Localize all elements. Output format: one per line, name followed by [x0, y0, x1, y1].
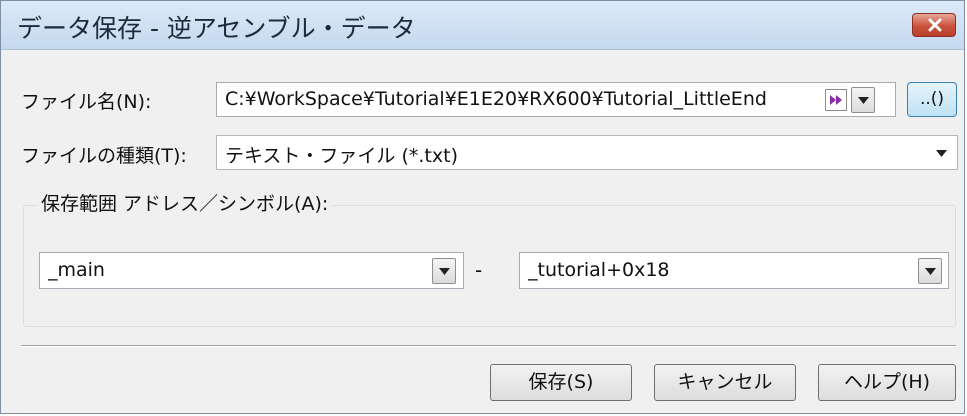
save-range-legend: 保存範囲 アドレス／シンボル(A): — [37, 189, 333, 216]
file-type-select[interactable]: テキスト・ファイル (*.txt) — [216, 135, 958, 170]
start-address-combobox[interactable]: _main — [39, 252, 464, 289]
file-type-value: テキスト・ファイル (*.txt) — [225, 145, 458, 167]
close-button[interactable] — [912, 13, 956, 37]
file-name-input[interactable]: C:¥WorkSpace¥Tutorial¥E1E20¥RX600¥Tutori… — [225, 88, 821, 110]
help-button[interactable]: ヘルプ(H) — [818, 364, 956, 401]
end-address-combobox[interactable]: _tutorial+0x18 — [519, 252, 949, 289]
file-name-dropdown-button[interactable] — [851, 87, 875, 113]
start-address-input[interactable]: _main — [48, 259, 428, 281]
range-separator: - — [475, 258, 483, 282]
file-name-label: ファイル名(N): — [21, 91, 152, 113]
chevron-down-icon — [936, 150, 947, 157]
fast-forward-icon — [830, 95, 842, 105]
window-title: データ保存 - 逆アセンブル・データ — [17, 14, 416, 43]
close-icon — [928, 18, 942, 32]
end-address-dropdown-button[interactable] — [918, 258, 942, 284]
divider — [21, 345, 956, 347]
save-data-dialog: データ保存 - 逆アセンブル・データ ファイル名(N): C:¥WorkSpac… — [0, 0, 965, 414]
start-address-dropdown-button[interactable] — [432, 258, 456, 284]
file-name-combobox[interactable]: C:¥WorkSpace¥Tutorial¥E1E20¥RX600¥Tutori… — [216, 82, 896, 117]
history-button[interactable] — [825, 89, 847, 111]
chevron-down-icon — [858, 97, 869, 104]
chevron-down-icon — [439, 268, 450, 275]
chevron-down-icon — [925, 268, 936, 275]
save-button[interactable]: 保存(S) — [490, 364, 632, 401]
cancel-button[interactable]: キャンセル — [654, 364, 796, 401]
browse-button[interactable]: ..() — [907, 82, 957, 117]
title-bar[interactable]: データ保存 - 逆アセンブル・データ — [1, 1, 964, 50]
file-type-label: ファイルの種類(T): — [21, 145, 187, 167]
end-address-input[interactable]: _tutorial+0x18 — [528, 259, 908, 281]
